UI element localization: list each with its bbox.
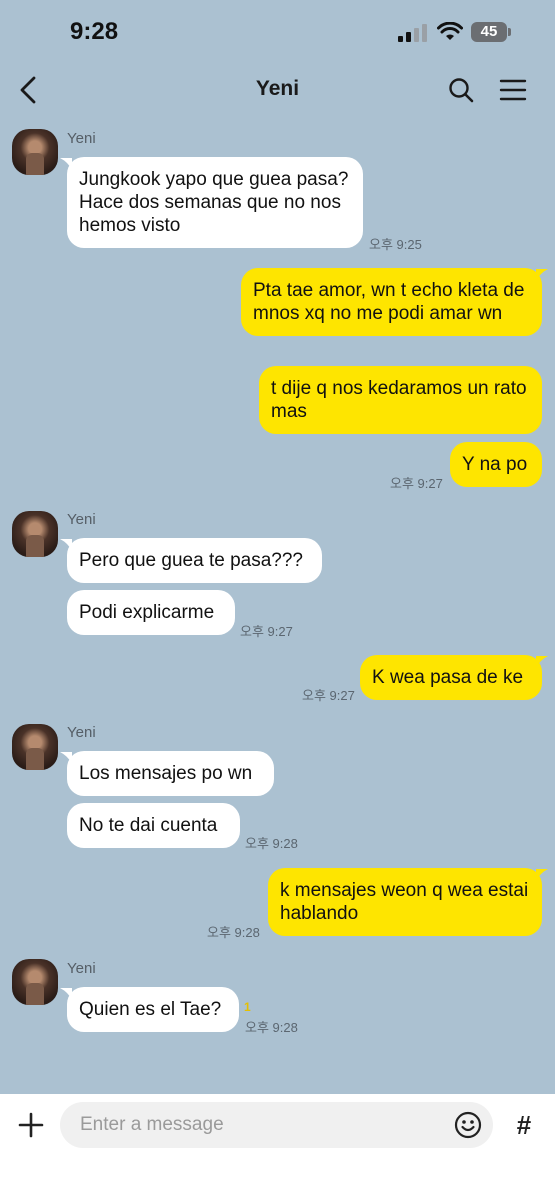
message-time: 오후 9:28 (207, 925, 260, 940)
sender-name: Yeni (67, 960, 96, 977)
message-time: 오후 9:27 (240, 624, 293, 639)
sender-name: Yeni (67, 130, 96, 147)
avatar[interactable] (12, 959, 58, 1005)
message-bubble-incoming[interactable]: Podi explicarme (67, 590, 235, 635)
message-time: 오후 9:28 (245, 836, 298, 851)
avatar[interactable] (12, 129, 58, 175)
plus-icon[interactable] (14, 1108, 48, 1142)
hashtag-button[interactable]: # (507, 1106, 541, 1144)
message-bubble-incoming[interactable]: Jungkook yapo que guea pasa? Hace dos se… (67, 157, 363, 248)
message-time: 오후 9:27 (302, 688, 355, 703)
message-time: 오후 9:28 (245, 1020, 298, 1035)
message-bubble-incoming[interactable]: Los mensajes po wn (67, 751, 274, 796)
signal-icon (398, 24, 427, 42)
sender-name: Yeni (67, 511, 96, 528)
bubble-tail (536, 656, 548, 668)
wifi-icon (437, 22, 463, 40)
message-bubble-outgoing[interactable]: t dije q nos kedaramos un rato mas (259, 366, 542, 434)
emoji-icon[interactable] (454, 1111, 482, 1139)
message-bubble-incoming[interactable]: Quien es el Tae? (67, 987, 239, 1032)
message-bubble-outgoing[interactable]: Y na po (450, 442, 542, 487)
hamburger-menu-icon[interactable] (499, 78, 527, 102)
battery-tip (508, 28, 511, 36)
search-icon[interactable] (447, 76, 475, 104)
bubble-tail (536, 869, 548, 881)
avatar[interactable] (12, 724, 58, 770)
message-bubble-incoming[interactable]: No te dai cuenta (67, 803, 240, 848)
message-bubble-outgoing[interactable]: K wea pasa de ke (360, 655, 542, 700)
message-bubble-outgoing[interactable]: k mensajes weon q wea estai hablando (268, 868, 542, 936)
message-time: 오후 9:27 (390, 476, 443, 491)
message-bubble-outgoing[interactable]: Pta tae amor, wn t echo kleta de mnos xq… (241, 268, 542, 336)
message-time: 오후 9:25 (369, 237, 422, 252)
battery-level: 45 (471, 22, 507, 42)
unread-count: 1 (244, 1000, 251, 1014)
avatar[interactable] (12, 511, 58, 557)
message-bubble-incoming[interactable]: Pero que guea te pasa??? (67, 538, 322, 583)
message-input[interactable] (60, 1102, 493, 1148)
status-time: 9:28 (70, 18, 119, 45)
bubble-tail (536, 269, 548, 281)
sender-name: Yeni (67, 724, 96, 741)
